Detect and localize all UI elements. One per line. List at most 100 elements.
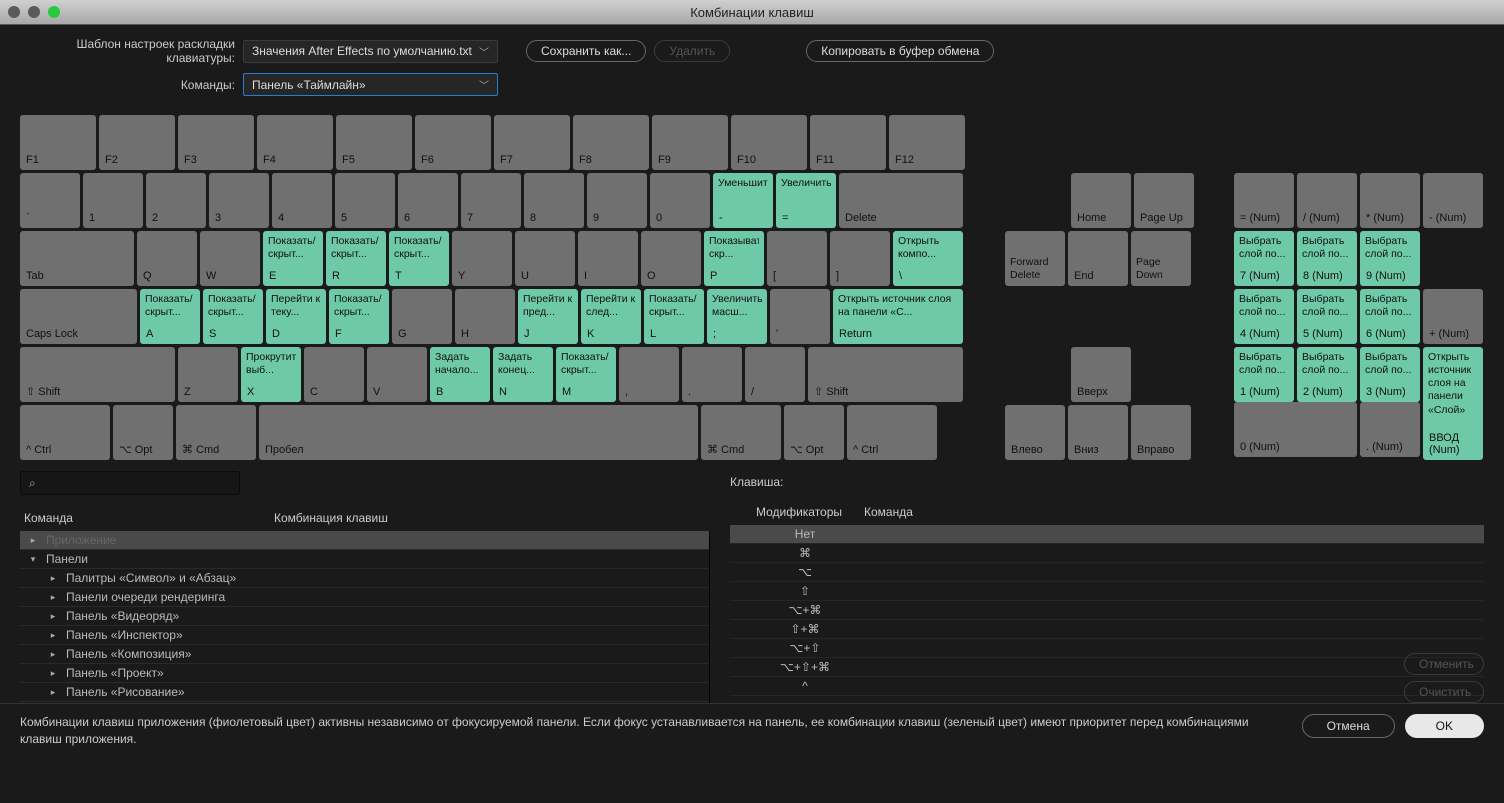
key-p[interactable]: Показывать/скр...P [704,231,764,286]
key-i[interactable]: I [578,231,638,286]
key-num-5[interactable]: Выбрать слой по...5 (Num) [1297,289,1357,344]
key-f2[interactable]: F2 [99,115,175,170]
key-5[interactable]: 5 [335,173,395,228]
key-shift-left[interactable]: ⇧ Shift [20,347,175,402]
key-6[interactable]: 6 [398,173,458,228]
key-num-add[interactable]: + (Num) [1423,289,1483,344]
key-a[interactable]: Показать/скрыт...A [140,289,200,344]
zoom-icon[interactable] [48,6,60,18]
key-comma[interactable]: , [619,347,679,402]
key-num-sub[interactable]: - (Num) [1423,173,1483,228]
key-f10[interactable]: F10 [731,115,807,170]
key-right[interactable]: Вправо [1131,405,1191,460]
modifier-row[interactable]: Нет [730,525,1484,544]
key-num-enter[interactable]: Открыть источник слоя на панели «Слой»ВВ… [1423,347,1483,460]
key-num-6[interactable]: Выбрать слой по...6 (Num) [1360,289,1420,344]
key-f5[interactable]: F5 [336,115,412,170]
preset-dropdown[interactable]: Значения After Effects по умолчанию.txt … [243,40,498,63]
key-f3[interactable]: F3 [178,115,254,170]
key-w[interactable]: W [200,231,260,286]
key-num-dec[interactable]: . (Num) [1360,402,1420,457]
key-shift-right[interactable]: ⇧ Shift [808,347,963,402]
key-2[interactable]: 2 [146,173,206,228]
key-f12[interactable]: F12 [889,115,965,170]
modifier-row[interactable]: ^ [730,677,1484,696]
key-up[interactable]: Вверх [1071,347,1131,402]
tree-row[interactable]: ▸Панель «Проект» [20,664,709,683]
key-num-eq[interactable]: = (Num) [1234,173,1294,228]
key-f1[interactable]: F1 [20,115,96,170]
key-num-div[interactable]: / (Num) [1297,173,1357,228]
modifier-row[interactable]: ⌥ [730,563,1484,582]
key-num-mul[interactable]: * (Num) [1360,173,1420,228]
key-semicolon[interactable]: Увеличить масш...; [707,289,767,344]
key-n[interactable]: Задать конец...N [493,347,553,402]
key-f11[interactable]: F11 [810,115,886,170]
key-space[interactable]: Пробел [259,405,698,460]
key-forward-delete[interactable]: Forward Delete [1005,231,1065,286]
modifier-row[interactable]: ⌥+⇧+⌘ [730,658,1484,677]
key-y[interactable]: Y [452,231,512,286]
key-4[interactable]: 4 [272,173,332,228]
key-return[interactable]: Открыть источник слоя на панели «С...Ret… [833,289,963,344]
key-period[interactable]: . [682,347,742,402]
key-j[interactable]: Перейти к пред...J [518,289,578,344]
tree-row[interactable]: ▸Приложение [20,531,709,550]
tree-row[interactable]: ▸Панель «Рисование» [20,683,709,702]
key-opt-left[interactable]: ⌥ Opt [113,405,173,460]
cancel-button[interactable]: Отмена [1302,714,1395,738]
key-c[interactable]: C [304,347,364,402]
key-cmd-right[interactable]: ⌘ Cmd [701,405,781,460]
modifier-row[interactable]: ⇧ [730,582,1484,601]
key-num-3[interactable]: Выбрать слой по...3 (Num) [1360,347,1420,402]
tree-row[interactable]: ▸Панели очереди рендеринга [20,588,709,607]
key-pagedown[interactable]: Page Down [1131,231,1191,286]
command-tree[interactable]: ▸Приложение▾Панели▸Палитры «Символ» и «А… [20,531,710,703]
search-input[interactable] [20,471,240,495]
key-l[interactable]: Показать/скрыт...L [644,289,704,344]
key-s[interactable]: Показать/скрыт...S [203,289,263,344]
key-slash[interactable]: / [745,347,805,402]
key-x[interactable]: Прокрутить выб...X [241,347,301,402]
tree-row[interactable]: ▸Панель «Композиция» [20,645,709,664]
key-lbracket[interactable]: [ [767,231,827,286]
modifier-row[interactable]: ⌥+⌘ [730,601,1484,620]
copy-button[interactable]: Копировать в буфер обмена [806,40,994,62]
key-f6[interactable]: F6 [415,115,491,170]
key-f9[interactable]: F9 [652,115,728,170]
key-end[interactable]: End [1068,231,1128,286]
key-down[interactable]: Вниз [1068,405,1128,460]
key-e[interactable]: Показать/скрыт...E [263,231,323,286]
modifier-row[interactable]: ⌘ [730,544,1484,563]
key-f8[interactable]: F8 [573,115,649,170]
key-b[interactable]: Задать начало...B [430,347,490,402]
key-r[interactable]: Показать/скрыт...R [326,231,386,286]
key-ctrl-right[interactable]: ^ Ctrl [847,405,937,460]
key-num-4[interactable]: Выбрать слой по...4 (Num) [1234,289,1294,344]
save-as-button[interactable]: Сохранить как... [526,40,646,62]
modifier-list[interactable]: Нет⌘⌥⇧⌥+⌘⇧+⌘⌥+⇧⌥+⇧+⌘^ [730,525,1484,703]
modifier-row[interactable]: ⌥+⇧ [730,639,1484,658]
key-o[interactable]: O [641,231,701,286]
key-t[interactable]: Показать/скрыт...T [389,231,449,286]
key-backslash[interactable]: Открыть компо...\ [893,231,963,286]
key-quote[interactable]: ' [770,289,830,344]
key-home[interactable]: Home [1071,173,1131,228]
key-f7[interactable]: F7 [494,115,570,170]
key-7[interactable]: 7 [461,173,521,228]
key-tab[interactable]: Tab [20,231,134,286]
key-h[interactable]: H [455,289,515,344]
tree-row[interactable]: ▸Панель «Инспектор» [20,626,709,645]
key-left[interactable]: Влево [1005,405,1065,460]
key-u[interactable]: U [515,231,575,286]
key-ctrl-left[interactable]: ^ Ctrl [20,405,110,460]
ok-button[interactable]: OK [1405,714,1484,738]
key-9[interactable]: 9 [587,173,647,228]
key-d[interactable]: Перейти к теку...D [266,289,326,344]
key-num-7[interactable]: Выбрать слой по...7 (Num) [1234,231,1294,286]
key-q[interactable]: Q [137,231,197,286]
commands-dropdown[interactable]: Панель «Таймлайн» ﹀ [243,73,498,96]
key-m[interactable]: Показать/скрыт...M [556,347,616,402]
key-equals[interactable]: Увеличить= [776,173,836,228]
key-opt-right[interactable]: ⌥ Opt [784,405,844,460]
